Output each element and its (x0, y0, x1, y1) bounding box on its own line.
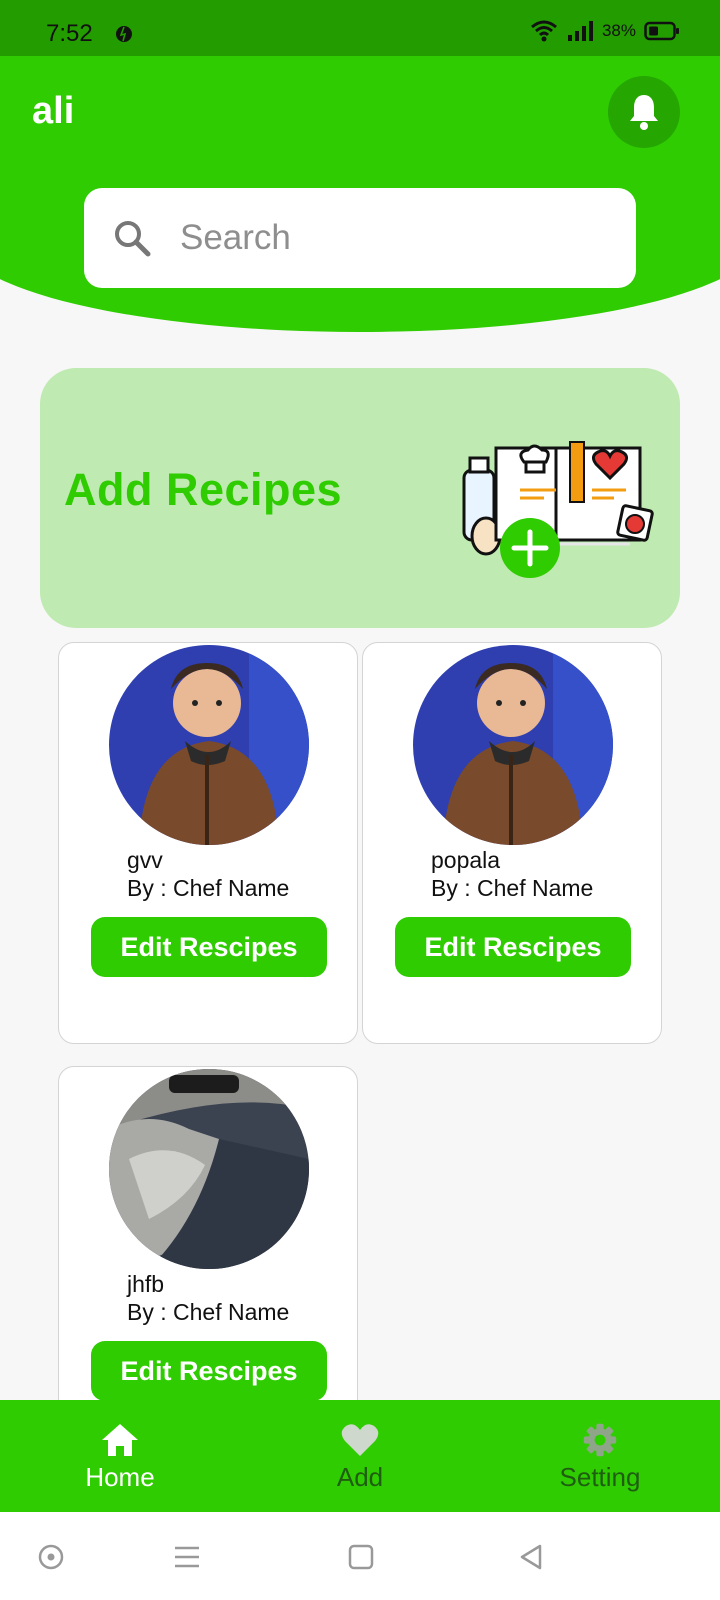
recipe-card[interactable]: gvv By : Chef Name Edit Rescipes (58, 642, 358, 1044)
recipe-name: popala (431, 847, 501, 873)
recipe-author: By : Chef Name (431, 875, 594, 901)
assistant-icon[interactable] (36, 1542, 66, 1572)
home-icon (102, 1424, 138, 1456)
add-recipes-banner[interactable]: Add Recipes (40, 368, 680, 628)
nav-item-home[interactable]: Home (30, 1400, 210, 1512)
bell-icon (630, 95, 658, 130)
recipe-book-icon (462, 441, 654, 578)
recipe-card[interactable]: jhfb By : Chef Name Edit Rescipes (58, 1066, 358, 1426)
add-recipes-title: Add Recipes (64, 464, 343, 515)
back-icon[interactable] (516, 1542, 546, 1572)
search-icon (115, 221, 151, 257)
bottom-navigation: Home Add Setting (0, 1400, 720, 1512)
gear-icon (583, 1423, 617, 1457)
recipe-name: gvv (127, 847, 163, 873)
nav-item-add[interactable]: Add (270, 1400, 450, 1512)
menu-icon[interactable] (172, 1542, 202, 1572)
recipe-photo (109, 645, 309, 845)
status-time: 7:52 (46, 20, 93, 47)
battery-percent: 38% (601, 21, 636, 40)
recipe-photo (413, 645, 613, 845)
notification-app-icon (116, 26, 132, 42)
system-navigation-bar (0, 1512, 720, 1600)
signal-icon (567, 21, 593, 41)
recipe-card[interactable]: popala By : Chef Name Edit Rescipes (362, 642, 662, 1044)
recipe-photo (109, 1069, 309, 1269)
recipe-name: jhfb (127, 1271, 165, 1297)
search-bar[interactable] (84, 188, 636, 288)
user-name: ali (32, 90, 75, 132)
nav-label-add: Add (336, 1462, 384, 1492)
heart-icon (341, 1424, 379, 1456)
nav-label-setting: Setting (559, 1462, 641, 1492)
battery-icon (644, 21, 679, 41)
status-indicators: 38% (530, 20, 680, 42)
nav-label-home: Home (85, 1462, 155, 1492)
notification-button[interactable] (608, 76, 680, 148)
status-bar: 7:52 38% (0, 0, 720, 56)
edit-recipes-button[interactable]: Edit Rescipes (395, 917, 631, 977)
wifi-icon (531, 20, 557, 42)
edit-recipes-button[interactable]: Edit Rescipes (91, 917, 327, 977)
edit-recipes-button[interactable]: Edit Rescipes (91, 1341, 327, 1401)
search-input[interactable] (180, 212, 610, 264)
home-square-icon[interactable] (346, 1542, 376, 1572)
nav-item-setting[interactable]: Setting (510, 1400, 690, 1512)
screen: 7:52 38% ali Search Add Recipes gvv By:… (0, 0, 720, 1600)
recipe-author: By : Chef Name (127, 875, 290, 901)
recipe-author: By : Chef Name (127, 1299, 290, 1325)
